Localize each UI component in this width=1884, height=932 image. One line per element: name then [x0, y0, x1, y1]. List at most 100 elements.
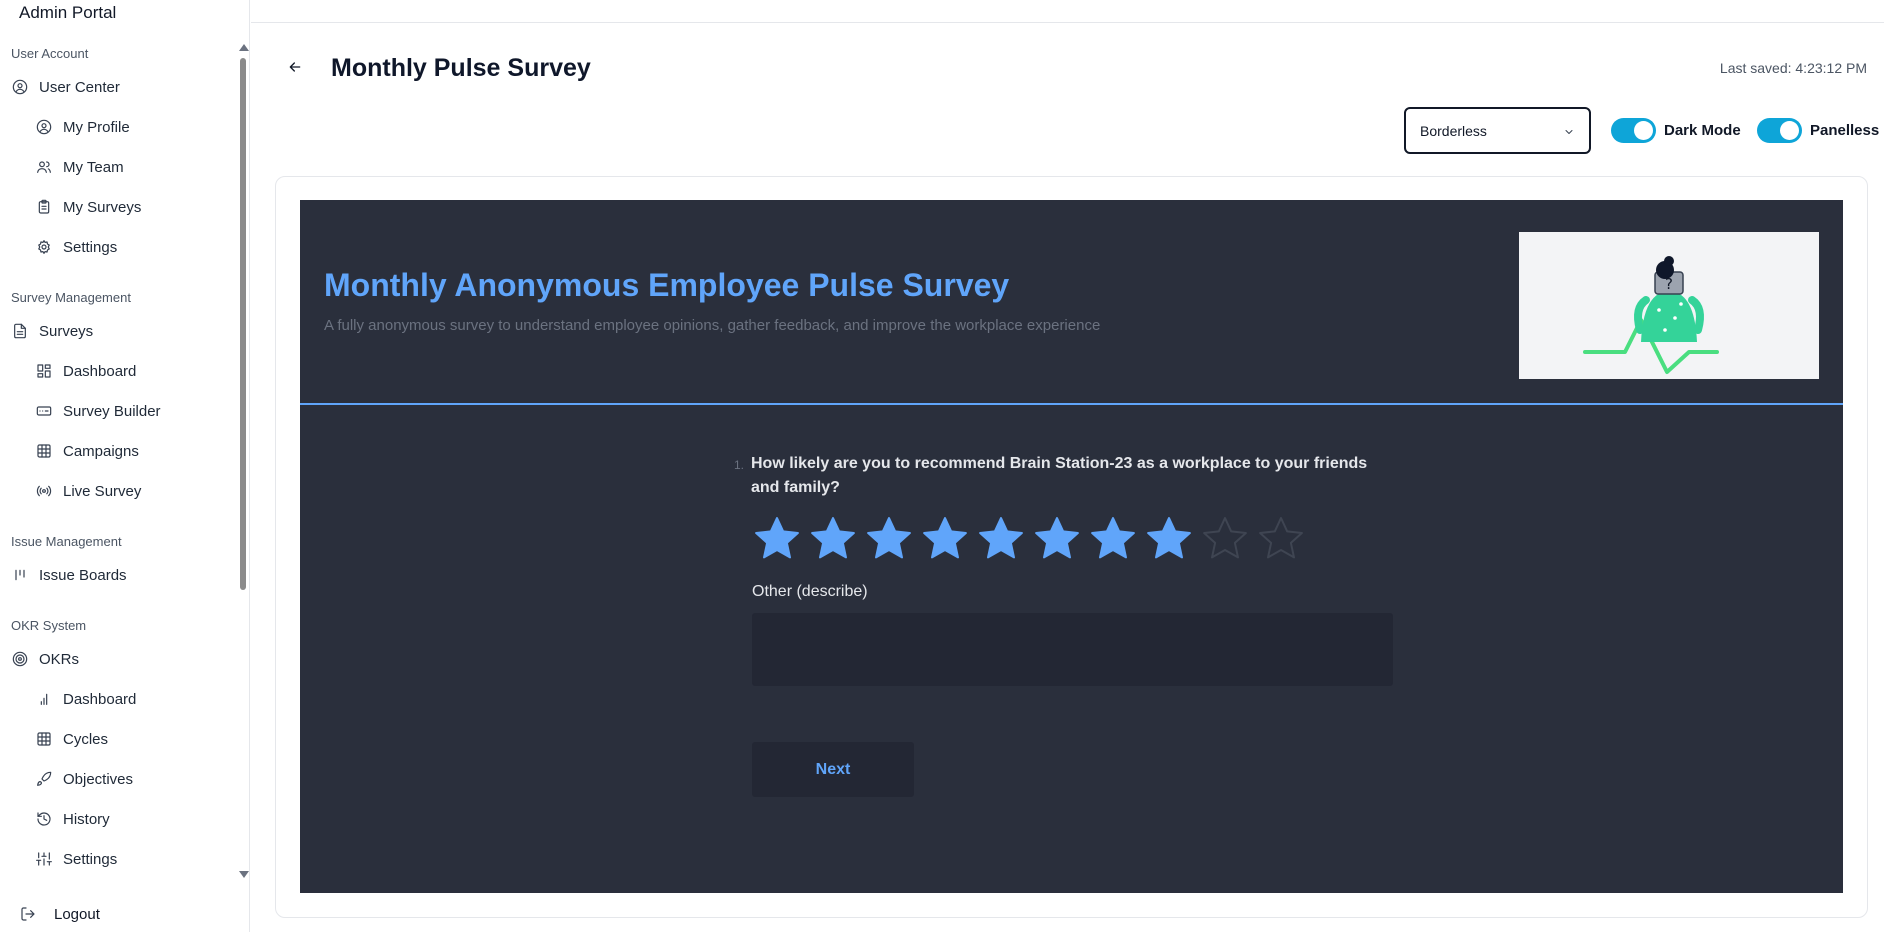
sidebar-item-label: My Team: [63, 158, 124, 176]
target-icon: [11, 650, 29, 668]
sidebar-item-label: Settings: [63, 238, 118, 256]
logout-icon: [21, 907, 35, 921]
sidebar-item-my-profile[interactable]: My Profile: [0, 112, 238, 142]
sidebar-item-label: Surveys: [39, 322, 94, 340]
next-button[interactable]: Next: [752, 742, 914, 797]
survey-logo: ?: [1519, 232, 1819, 379]
dark-mode-toggle[interactable]: [1611, 118, 1656, 143]
question-title: How likely are you to recommend Brain St…: [751, 455, 1368, 496]
sidebar-item-label: Objectives: [63, 770, 134, 788]
sidebar-item-live-survey[interactable]: Live Survey: [0, 476, 238, 506]
section-title-user-account: User Account: [11, 46, 89, 61]
sidebar-item-cycles[interactable]: Cycles: [0, 724, 238, 754]
rating-star-4[interactable]: [917, 514, 973, 564]
sidebar-item-label: Dashboard: [63, 690, 137, 708]
sidebar-item-okrs[interactable]: OKRs: [0, 644, 238, 674]
rating-star-3[interactable]: [861, 514, 917, 564]
panelless-label: Panelless: [1810, 122, 1880, 139]
sidebar-item-settings[interactable]: Settings: [0, 232, 238, 262]
star-icon: [1091, 517, 1135, 559]
sidebar-item-label: My Profile: [63, 118, 130, 136]
rating-star-5[interactable]: [973, 514, 1029, 564]
star-icon: [979, 517, 1023, 559]
clipboard-icon: [35, 198, 53, 216]
section-title-okr-system: OKR System: [11, 618, 87, 633]
sidebar-item-label: Survey Builder: [63, 402, 161, 420]
theme-select[interactable]: Borderless: [1404, 107, 1591, 154]
page-title: Monthly Pulse Survey: [331, 54, 591, 82]
brand-title: Admin Portal: [19, 3, 117, 22]
rating-star-6[interactable]: [1029, 514, 1085, 564]
section-title-survey-management: Survey Management: [11, 290, 131, 305]
sidebar-scrollbar[interactable]: [238, 40, 249, 880]
other-describe-input[interactable]: [752, 613, 1393, 686]
rating-star-9[interactable]: [1197, 514, 1253, 564]
sidebar-item-okr-dashboard[interactable]: Dashboard: [0, 684, 238, 714]
kanban-icon: [11, 566, 29, 584]
dark-mode-label: Dark Mode: [1664, 122, 1741, 139]
rating-star-8[interactable]: [1141, 514, 1197, 564]
toggle-knob: [1634, 121, 1653, 140]
sidebar-item-dashboard[interactable]: Dashboard: [0, 356, 238, 386]
gear-icon: [35, 238, 53, 256]
star-icon: [1147, 517, 1191, 559]
sidebar-item-label: Live Survey: [63, 482, 142, 500]
pulse-illustration-icon: ?: [1583, 256, 1719, 374]
scroll-down-arrow-icon[interactable]: [239, 871, 249, 878]
rating-star-10[interactable]: [1253, 514, 1309, 564]
sidebar-item-history[interactable]: History: [0, 804, 238, 834]
last-saved-text: Last saved: 4:23:12 PM: [1719, 60, 1867, 76]
sidebar-item-label: Issue Boards: [39, 566, 127, 584]
scroll-thumb[interactable]: [240, 58, 246, 590]
sidebar: Admin Portal User Account User Center My…: [0, 0, 250, 932]
sidebar-item-objectives[interactable]: Objectives: [0, 764, 238, 794]
star-icon: [755, 517, 799, 559]
history-icon: [35, 810, 53, 828]
sidebar-item-okr-settings[interactable]: Settings: [0, 844, 238, 874]
form-icon: [35, 402, 53, 420]
star-icon: [1259, 517, 1303, 559]
rating-stars[interactable]: [749, 514, 1309, 564]
users-icon: [35, 158, 53, 176]
star-icon: [1203, 517, 1247, 559]
section-title-issue-management: Issue Management: [11, 534, 122, 549]
survey-description: A fully anonymous survey to understand e…: [324, 317, 1101, 334]
arrow-left-icon: [289, 62, 301, 72]
sidebar-item-label: Campaigns: [63, 442, 139, 460]
question-number: 1.: [734, 458, 745, 472]
sidebar-item-surveys[interactable]: Surveys: [0, 316, 238, 346]
bar-chart-icon: [35, 690, 53, 708]
sidebar-item-label: OKRs: [39, 650, 80, 668]
sidebar-item-label: Cycles: [63, 730, 109, 748]
toggle-knob: [1780, 121, 1799, 140]
back-button[interactable]: [284, 56, 306, 78]
panelless-toggle[interactable]: [1757, 118, 1802, 143]
user-circle-icon: [35, 118, 53, 136]
survey-title: Monthly Anonymous Employee Pulse Survey: [324, 267, 1010, 303]
sidebar-item-label: Dashboard: [63, 362, 137, 380]
logout-button[interactable]: Logout: [20, 900, 100, 928]
rating-star-2[interactable]: [805, 514, 861, 564]
logout-label: Logout: [54, 905, 100, 923]
sidebar-item-survey-builder[interactable]: Survey Builder: [0, 396, 238, 426]
chevron-down-icon: [1563, 125, 1575, 137]
survey-header-divider: [300, 403, 1843, 405]
topbar-divider: [251, 22, 1884, 23]
rating-star-7[interactable]: [1085, 514, 1141, 564]
survey-preview: Monthly Anonymous Employee Pulse Survey …: [300, 200, 1843, 893]
sidebar-item-label: Settings: [63, 850, 118, 868]
sidebar-item-user-center[interactable]: User Center: [0, 72, 238, 102]
sidebar-item-my-surveys[interactable]: My Surveys: [0, 192, 238, 222]
sidebar-item-campaigns[interactable]: Campaigns: [0, 436, 238, 466]
sidebar-item-label: History: [63, 810, 110, 828]
rocket-icon: [35, 770, 53, 788]
sidebar-item-issue-boards[interactable]: Issue Boards: [0, 560, 238, 590]
other-label: Other (describe): [752, 583, 868, 600]
rating-star-1[interactable]: [749, 514, 805, 564]
scroll-up-arrow-icon[interactable]: [239, 44, 249, 51]
sidebar-item-my-team[interactable]: My Team: [0, 152, 238, 182]
star-icon: [923, 517, 967, 559]
file-icon: [11, 322, 29, 340]
sidebar-item-label: My Surveys: [63, 198, 142, 216]
sidebar-item-label: User Center: [39, 78, 120, 96]
